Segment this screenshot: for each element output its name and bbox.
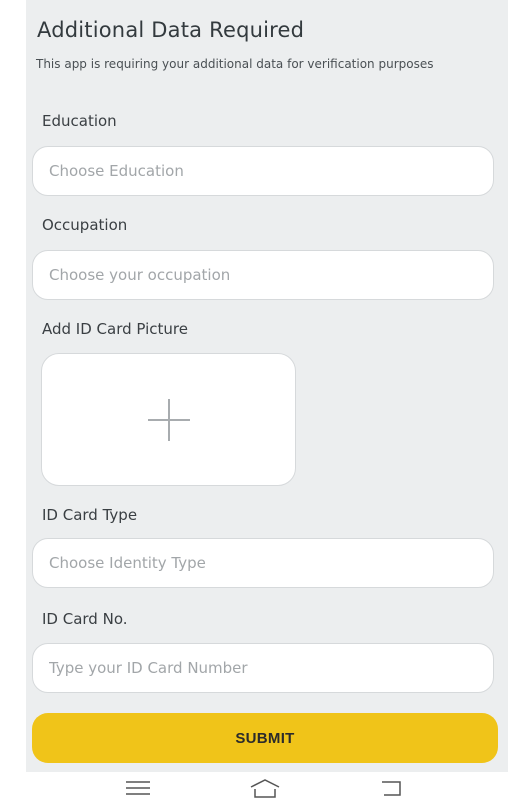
occupation-label: Occupation <box>42 216 128 234</box>
form-container: Additional Data Required This app is req… <box>26 0 508 772</box>
submit-button[interactable]: SUBMIT <box>32 713 498 763</box>
id-type-label: ID Card Type <box>42 506 138 524</box>
page-title: Additional Data Required <box>37 18 305 42</box>
id-picture-label: Add ID Card Picture <box>42 320 188 338</box>
menu-icon[interactable] <box>118 775 158 801</box>
home-icon[interactable] <box>245 775 285 801</box>
system-nav-bar <box>0 772 508 803</box>
occupation-select[interactable] <box>32 250 494 300</box>
plus-icon <box>148 399 190 441</box>
id-type-select[interactable] <box>32 538 494 588</box>
id-card-picture-upload[interactable] <box>41 353 296 486</box>
back-icon[interactable] <box>372 775 412 801</box>
screen: Additional Data Required This app is req… <box>0 0 508 803</box>
id-number-label: ID Card No. <box>42 610 128 628</box>
education-select[interactable] <box>32 146 494 196</box>
education-label: Education <box>42 112 117 130</box>
id-number-input[interactable] <box>32 643 494 693</box>
page-subtitle: This app is requiring your additional da… <box>36 57 434 71</box>
